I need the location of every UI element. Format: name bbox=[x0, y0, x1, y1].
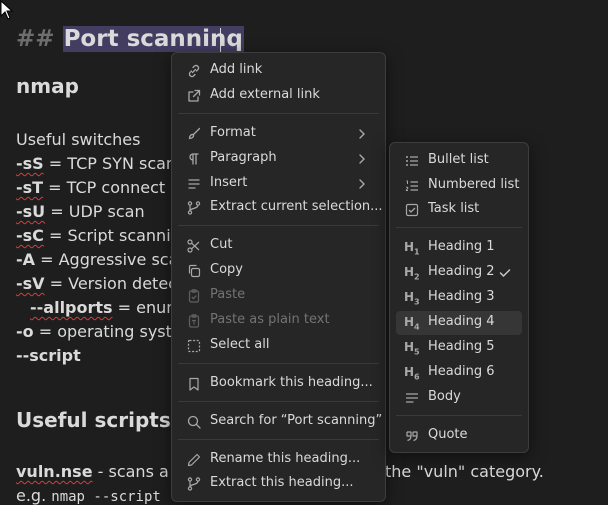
switch-line[interactable]: -sT = TCP connect s bbox=[16, 178, 179, 197]
menu-item-extract-heading[interactable]: Extract this heading... bbox=[178, 472, 379, 496]
external-link-icon bbox=[188, 89, 201, 102]
menu-item-search-for[interactable]: Search for “Port scanning” bbox=[178, 410, 382, 434]
heading-1-icon: H1 bbox=[404, 240, 420, 257]
example-line[interactable]: e.g. nmap --script bbox=[16, 486, 161, 505]
menu-item-paragraph[interactable]: Paragraph bbox=[178, 147, 379, 171]
menu-item-rename-heading[interactable]: Rename this heading... bbox=[178, 448, 379, 472]
heading-5-icon: H5 bbox=[404, 340, 420, 357]
chevron-right-icon bbox=[359, 129, 365, 139]
chevron-right-icon bbox=[359, 154, 365, 164]
menu-item-extract-selection[interactable]: Extract current selection... bbox=[178, 196, 383, 220]
switch-line[interactable]: -sV = Version detect bbox=[16, 274, 183, 293]
vuln-line[interactable]: vuln.nse - scans a ta bbox=[16, 462, 190, 481]
menu-separator bbox=[178, 363, 379, 364]
menu-separator bbox=[178, 401, 379, 402]
submenu-item-task-list[interactable]: Task list bbox=[396, 198, 522, 222]
submenu-separator bbox=[396, 415, 522, 416]
submenu-item-heading-5[interactable]: H5 Heading 5 bbox=[396, 336, 522, 360]
paragraph-submenu: Bullet list Numbered list Task list H1 H… bbox=[389, 142, 529, 453]
clipboard-check-icon bbox=[188, 289, 200, 303]
switch-line[interactable]: -sU = UDP scan bbox=[16, 202, 145, 221]
heading-nmap[interactable]: nmap bbox=[16, 74, 79, 98]
submenu-item-quote[interactable]: Quote bbox=[396, 424, 522, 448]
mouse-pointer-icon bbox=[0, 0, 14, 20]
useful-switches-line[interactable]: Useful switches bbox=[16, 130, 140, 149]
select-all-icon bbox=[187, 339, 201, 353]
pencil-icon bbox=[187, 453, 201, 467]
selected-heading-text[interactable]: Port scanninq bbox=[62, 26, 244, 52]
submenu-item-heading-2[interactable]: H2 Heading 2 bbox=[396, 261, 522, 285]
heading-useful-scripts[interactable]: Useful scripts bbox=[16, 408, 171, 432]
menu-item-add-external-link[interactable]: Add external link bbox=[178, 84, 379, 108]
submenu-item-heading-3[interactable]: H3 Heading 3 bbox=[396, 286, 522, 310]
menu-separator bbox=[178, 439, 379, 440]
switch-line[interactable]: -A = Aggressive sca bbox=[16, 250, 178, 269]
submenu-item-heading-4[interactable]: H4 Heading 4 bbox=[396, 311, 522, 335]
menu-separator bbox=[178, 225, 379, 226]
checkmark-icon bbox=[499, 269, 511, 278]
menu-item-add-link[interactable]: Add link bbox=[178, 59, 379, 83]
quote-icon bbox=[406, 431, 418, 442]
brush-icon bbox=[188, 127, 201, 140]
submenu-item-numbered-list[interactable]: Numbered list bbox=[396, 174, 522, 198]
menu-item-paste-plain[interactable]: Paste as plain text bbox=[178, 309, 379, 333]
text-caret bbox=[220, 28, 221, 54]
heading-port-scanning[interactable]: ## Port scanninq bbox=[16, 26, 244, 52]
menu-item-insert[interactable]: Insert bbox=[178, 172, 379, 196]
menu-item-paste[interactable]: Paste bbox=[178, 284, 379, 308]
menu-separator bbox=[178, 113, 379, 114]
clipboard-type-icon bbox=[188, 314, 200, 328]
scissors-icon bbox=[187, 239, 200, 253]
git-fork-icon bbox=[187, 201, 201, 215]
switch-line[interactable]: -sC = Script scannin bbox=[16, 226, 181, 245]
submenu-item-body[interactable]: Body bbox=[396, 386, 522, 410]
switch-line[interactable]: --script bbox=[16, 346, 81, 365]
menu-item-bookmark-heading[interactable]: Bookmark this heading... bbox=[178, 372, 379, 396]
vuln-line-tail[interactable]: the "vuln" category. bbox=[385, 462, 544, 481]
bookmark-icon bbox=[189, 377, 199, 391]
submenu-separator bbox=[396, 227, 522, 228]
menu-item-copy[interactable]: Copy bbox=[178, 259, 379, 283]
submenu-item-bullet-list[interactable]: Bullet list bbox=[396, 149, 522, 173]
git-fork-icon bbox=[187, 477, 201, 491]
body-text-icon bbox=[405, 393, 419, 403]
switch-line[interactable]: -o = operating syste bbox=[16, 322, 182, 341]
heading-3-icon: H3 bbox=[404, 290, 420, 307]
submenu-item-heading-1[interactable]: H1 Heading 1 bbox=[396, 236, 522, 260]
copy-icon bbox=[188, 264, 201, 278]
numbered-list-icon bbox=[405, 180, 418, 191]
heading-6-icon: H6 bbox=[404, 365, 420, 382]
submenu-item-heading-6[interactable]: H6 Heading 6 bbox=[396, 361, 522, 385]
heading-2-icon: H2 bbox=[404, 265, 420, 282]
chevron-right-icon bbox=[359, 179, 365, 189]
menu-item-format[interactable]: Format bbox=[178, 122, 379, 146]
search-icon bbox=[187, 415, 201, 429]
menu-item-cut[interactable]: Cut bbox=[178, 234, 379, 258]
menu-item-select-all[interactable]: Select all bbox=[178, 334, 379, 358]
heading-hash-marker: ## bbox=[16, 26, 55, 52]
link-icon bbox=[188, 64, 200, 78]
switch-line[interactable]: --allports = enume bbox=[30, 298, 192, 317]
context-menu: Add link Add external link Format Paragr… bbox=[171, 52, 386, 502]
task-list-icon bbox=[405, 203, 419, 217]
heading-4-icon: H4 bbox=[404, 315, 420, 332]
insert-icon bbox=[188, 179, 200, 189]
switch-line[interactable]: -sS = TCP SYN scan bbox=[16, 154, 176, 173]
bullet-list-icon bbox=[406, 156, 418, 166]
pilcrow-icon bbox=[189, 153, 199, 165]
